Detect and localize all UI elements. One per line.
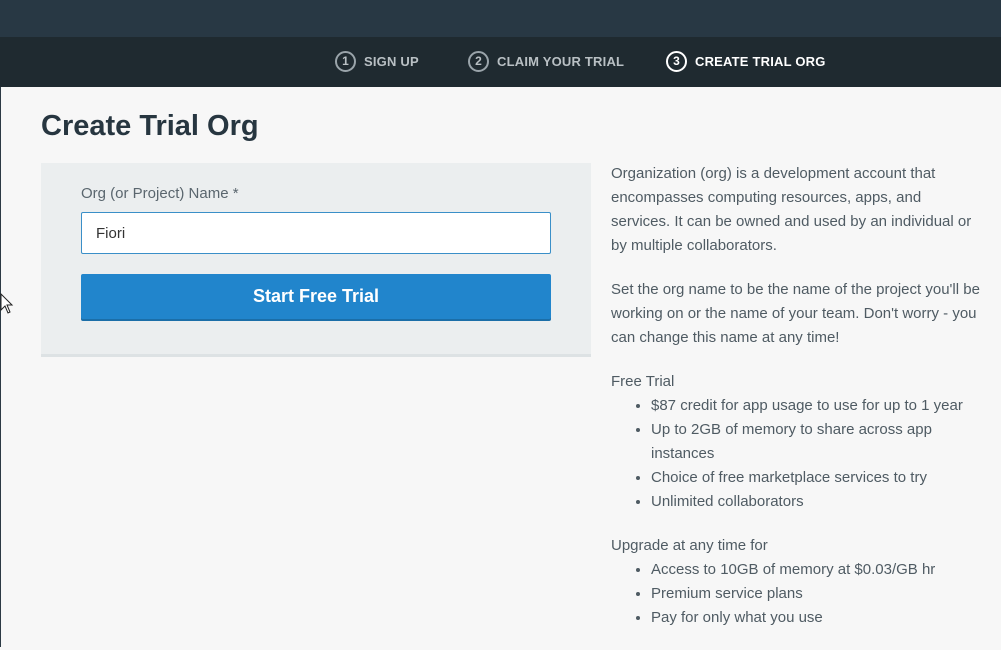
mouse-pointer-icon [0,293,14,314]
org-description: Organization (org) is a development acco… [611,165,972,254]
org-name-hint: Set the org name to be the name of the p… [611,281,980,346]
step-claim-trial: 2 CLAIM YOUR TRIAL [468,48,624,74]
list-item: Up to 2GB of memory to share across app … [651,418,983,466]
list-item: $87 credit for app usage to use for up t… [651,394,983,418]
free-trial-heading: Free Trial [611,373,675,390]
step-number-1-icon: 1 [335,50,356,72]
org-name-label-text: Org (or Project) Name [81,185,229,202]
required-marker: * [232,185,239,202]
step-create-trial-org: 3 CREATE TRIAL ORG [666,48,826,74]
list-item: Pay for only what you use [651,606,983,630]
start-free-trial-button[interactable]: Start Free Trial [81,274,551,319]
step-number-2-icon: 2 [468,50,489,72]
list-item: Choice of free marketplace services to t… [651,466,983,490]
step-label: CLAIM YOUR TRIAL [497,53,625,69]
info-panel: Organization (org) is a development acco… [611,162,983,650]
upgrade-heading: Upgrade at any time for [611,537,768,554]
upgrade-list: Access to 10GB of memory at $0.03/GB hr … [611,558,983,630]
org-name-label: Org (or Project) Name * [81,185,239,202]
step-label: SIGN UP [364,53,419,69]
progress-steps: 1 SIGN UP 2 CLAIM YOUR TRIAL 3 CREATE TR… [0,37,1001,87]
step-label: CREATE TRIAL ORG [695,53,826,69]
step-sign-up: 1 SIGN UP [335,48,419,74]
list-item: Unlimited collaborators [651,490,983,514]
free-trial-list: $87 credit for app usage to use for up t… [611,394,983,514]
step-number-3-icon: 3 [666,50,687,72]
page-title: Create Trial Org [41,110,259,142]
list-item: Access to 10GB of memory at $0.03/GB hr [651,558,983,582]
org-name-input[interactable] [81,212,551,254]
org-form-panel: Org (or Project) Name * Start Free Trial [41,163,591,357]
list-item: Premium service plans [651,582,983,606]
top-bar [0,0,1001,37]
window-edge [0,87,1,647]
